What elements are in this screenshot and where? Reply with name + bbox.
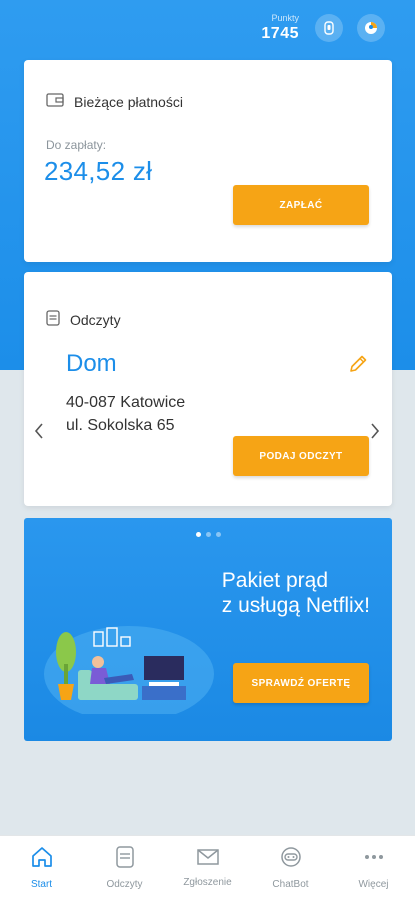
payments-title: Bieżące płatności [74, 93, 183, 110]
chevron-left-icon[interactable] [34, 422, 44, 444]
chatbot-icon [279, 846, 303, 873]
nav-item-odczyty[interactable]: Odczyty [85, 846, 165, 890]
carousel-dot[interactable] [196, 532, 201, 537]
bottom-navigation: Start Odczyty Zgłoszenie ChatBot Więcej [0, 835, 415, 900]
payments-card: Bieżące płatności Do zapłaty: 234,52 zł … [24, 60, 392, 262]
address-line-2: ul. Sokolska 65 [66, 417, 175, 434]
nav-label-wiecej: Więcej [358, 879, 389, 890]
more-icon [362, 846, 386, 873]
nav-label-zgloszenie: Zgłoszenie [183, 877, 232, 888]
profile-icon[interactable] [357, 14, 385, 42]
readings-card: Odczyty Dom 40-087 Katowice ul. Sokolska… [24, 272, 392, 506]
points-label: Punkty [271, 13, 299, 23]
nav-item-zgloszenie[interactable]: Zgłoszenie [168, 848, 248, 888]
nav-item-chatbot[interactable]: ChatBot [251, 846, 331, 890]
pay-button[interactable]: ZAPŁAĆ [233, 185, 369, 225]
meter-icon [115, 846, 135, 873]
badge-icon[interactable] [315, 14, 343, 42]
nav-label-chatbot: ChatBot [272, 879, 309, 890]
carousel-dot[interactable] [216, 532, 221, 537]
envelope-icon [196, 848, 220, 871]
living-room-illustration [44, 626, 214, 714]
readings-header: Odczyty [46, 310, 121, 329]
promo-title-line-2: z usługą Netflix! [221, 594, 370, 617]
payments-header: Bieżące płatności [46, 93, 183, 110]
due-amount: 234,52 zł [44, 156, 153, 186]
wallet-icon [46, 93, 64, 110]
promo-banner[interactable]: Pakiet prąd z usługą Netflix! SPRAWDŹ OF… [24, 518, 392, 741]
carousel-dots [196, 532, 221, 537]
promo-title-line-1: Pakiet prąd [221, 569, 328, 592]
submit-reading-button[interactable]: PODAJ ODCZYT [233, 436, 369, 476]
edit-pencil-icon[interactable] [348, 354, 368, 379]
address-line-1: 40-087 Katowice [66, 394, 186, 411]
check-offer-button[interactable]: SPRAWDŹ OFERTĘ [233, 663, 369, 703]
chevron-right-icon[interactable] [370, 422, 380, 444]
nav-item-wiecej[interactable]: Więcej [334, 846, 414, 890]
meter-icon [46, 310, 60, 329]
due-label: Do zapłaty: [46, 138, 107, 152]
nav-item-start[interactable]: Start [2, 846, 82, 890]
promo-title: Pakiet prąd z usługą Netflix! [222, 568, 370, 618]
place-name: Dom [66, 350, 117, 377]
top-header: Punkty 1745 [261, 8, 385, 48]
readings-title: Odczyty [70, 311, 121, 328]
carousel-dot[interactable] [206, 532, 211, 537]
nav-label-start: Start [30, 879, 53, 890]
home-icon [30, 846, 54, 873]
points-value: 1745 [261, 25, 299, 42]
nav-label-odczyty: Odczyty [106, 879, 143, 890]
points-display: Punkty 1745 [261, 13, 299, 43]
